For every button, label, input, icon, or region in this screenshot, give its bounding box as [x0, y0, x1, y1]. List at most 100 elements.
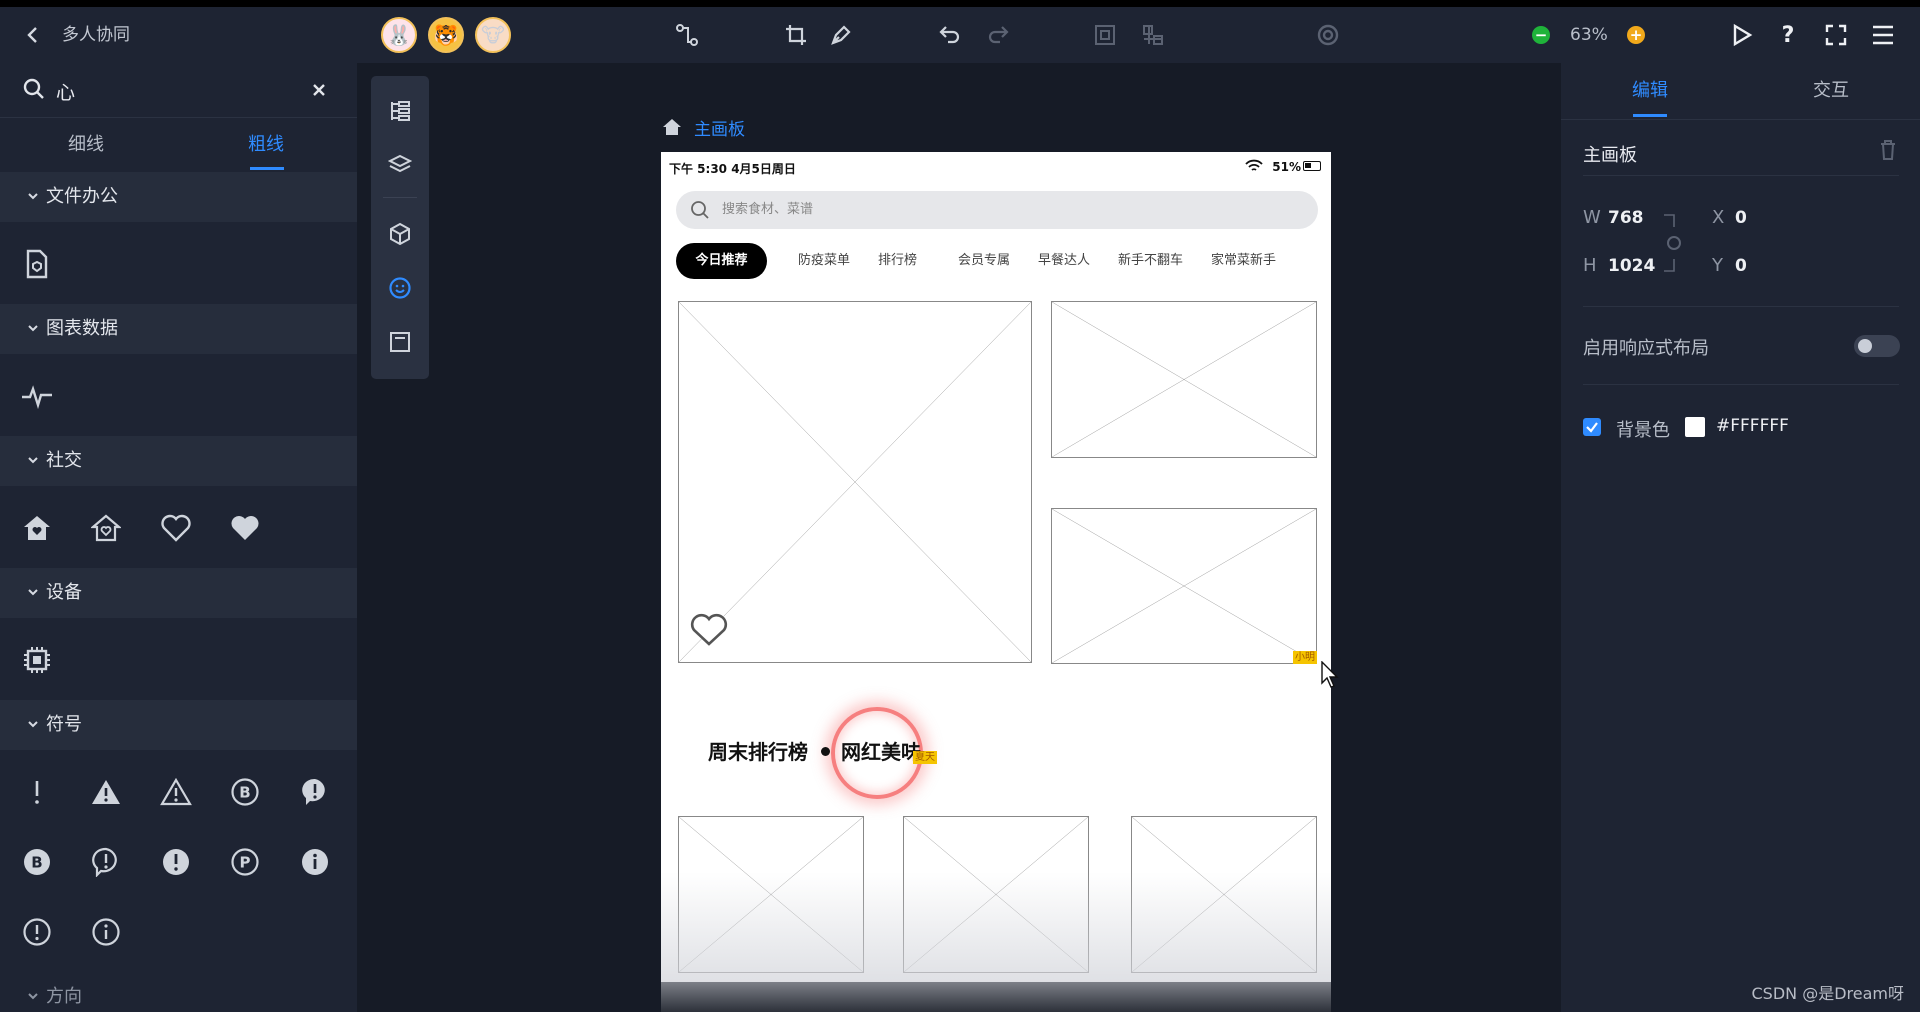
responsive-layout-toggle[interactable] [1854, 335, 1900, 357]
category-header-direction[interactable]: 方向 [0, 972, 357, 1012]
back-button[interactable] [18, 7, 48, 63]
exclamation-icon[interactable] [15, 770, 59, 814]
tab-bold-line[interactable]: 粗线 [248, 118, 284, 172]
icon-search-input[interactable] [56, 77, 286, 105]
y-value[interactable]: 0 [1735, 256, 1747, 276]
background-color-checkbox[interactable] [1583, 418, 1601, 436]
pen-icon [831, 25, 851, 45]
category-header-social[interactable]: 社交 [0, 436, 357, 486]
connector-tool-button[interactable] [672, 7, 702, 63]
category-pill-active[interactable]: 今日推荐 [676, 243, 767, 279]
help-button[interactable]: ? [1773, 7, 1803, 63]
redo-button[interactable] [983, 7, 1013, 63]
wifi-icon [1245, 159, 1263, 171]
p-circle-outline-icon[interactable]: P [223, 840, 267, 884]
fullscreen-button[interactable] [1821, 7, 1851, 63]
zoom-out-button[interactable]: − [1532, 26, 1550, 44]
info-circle-filled-icon[interactable] [293, 840, 337, 884]
ungroup-button[interactable] [1138, 7, 1168, 63]
svg-text:B: B [239, 784, 250, 802]
category-item[interactable]: 新手不翻车 [1118, 243, 1183, 279]
warning-outline-icon[interactable] [154, 770, 198, 814]
group-icon [1095, 25, 1115, 45]
category-header-symbol[interactable]: 符号 [0, 700, 357, 750]
category-label: 文件办公 [46, 186, 118, 207]
b-circle-outline-icon[interactable]: B [223, 770, 267, 814]
category-item[interactable]: 排行榜 [878, 243, 917, 279]
icon-library-panel: 细线 粗线 文件办公 图表数据 社交 设备 [0, 63, 357, 1012]
background-color-swatch[interactable] [1685, 417, 1705, 437]
preview-button[interactable] [1727, 7, 1757, 63]
alert-circle-outline-icon[interactable] [15, 910, 59, 954]
tab-thin-line[interactable]: 细线 [68, 118, 104, 172]
category-item[interactable]: 家常菜新手 [1211, 243, 1276, 279]
battery-icon [1303, 161, 1321, 171]
image-placeholder-large[interactable] [678, 301, 1032, 663]
master-button[interactable] [371, 320, 429, 364]
zoom-level: 63% [1570, 25, 1608, 45]
watermark: CSDN @是Dream呀 [1751, 984, 1905, 1003]
category-header-file-office[interactable]: 文件办公 [0, 172, 357, 222]
svg-text:P: P [240, 854, 251, 872]
search-icon [23, 78, 44, 99]
category-item[interactable]: 防疫菜单 [798, 243, 850, 279]
section-divider [1583, 384, 1899, 385]
heartbeat-icon[interactable] [15, 374, 59, 418]
tab-interaction[interactable]: 交互 [1813, 63, 1849, 119]
width-value[interactable]: 768 [1608, 208, 1644, 228]
artboard[interactable]: 下午 5:30 4月5日周日 51% 搜索食材、菜谱 今日推荐 防疫菜单 排行榜… [661, 152, 1331, 1012]
alert-circle-filled-icon[interactable] [154, 840, 198, 884]
home-heart-filled-icon[interactable] [15, 506, 59, 550]
heart-outline-icon [690, 613, 728, 646]
info-circle-outline-icon[interactable] [84, 910, 128, 954]
page-tree-button[interactable] [371, 89, 429, 133]
clear-search-icon[interactable] [312, 83, 326, 97]
menu-button[interactable] [1868, 7, 1898, 63]
collaborator-avatar[interactable]: 🐰 [381, 17, 417, 53]
layers-button[interactable] [371, 143, 429, 187]
settings-button[interactable] [1313, 7, 1343, 63]
layers-icon [388, 154, 412, 173]
tab-edit[interactable]: 编辑 [1632, 63, 1668, 119]
image-placeholder[interactable] [1051, 301, 1317, 458]
breadcrumb[interactable]: 主画板 [662, 114, 745, 140]
collaborator-avatar[interactable]: 🐮 [475, 17, 511, 53]
redo-icon [988, 26, 1009, 44]
components-button[interactable] [371, 212, 429, 256]
chip-icon[interactable] [15, 638, 59, 682]
zoom-in-button[interactable]: + [1627, 26, 1645, 44]
group-button[interactable] [1090, 7, 1120, 63]
background-color-value[interactable]: #FFFFFF [1716, 416, 1789, 436]
home-heart-outline-icon[interactable] [84, 506, 128, 550]
x-value[interactable]: 0 [1735, 208, 1747, 228]
alert-bubble-outline-icon[interactable] [84, 840, 128, 884]
phone-search-bar[interactable]: 搜索食材、菜谱 [676, 191, 1318, 229]
image-placeholder[interactable] [1051, 508, 1317, 664]
heart-outline-icon[interactable] [154, 506, 198, 550]
warning-filled-icon[interactable] [84, 770, 128, 814]
category-header-device[interactable]: 设备 [0, 568, 357, 618]
artboard-name: 主画板 [1583, 145, 1637, 166]
category-label: 方向 [46, 986, 82, 1007]
file-shield-icon[interactable] [15, 242, 59, 286]
link-proportions-icon[interactable] [1662, 213, 1682, 273]
svg-text:B: B [31, 854, 42, 872]
height-value[interactable]: 1024 [1608, 256, 1655, 276]
crop-tool-button[interactable] [781, 7, 811, 63]
pen-tool-button[interactable] [826, 7, 856, 63]
trash-icon[interactable] [1879, 139, 1897, 161]
alert-bubble-filled-icon[interactable] [293, 770, 337, 814]
mouse-cursor-icon [1321, 661, 1339, 688]
collaborator-avatar[interactable]: 🐯 [428, 17, 464, 53]
category-item[interactable]: 早餐达人 [1038, 243, 1090, 279]
undo-button[interactable] [935, 7, 965, 63]
phone-search-placeholder: 搜索食材、菜谱 [722, 202, 814, 217]
chevron-down-icon [28, 993, 38, 1000]
undo-icon [939, 26, 960, 44]
category-item[interactable]: 会员专属 [958, 243, 1010, 279]
icon-library-button[interactable] [371, 266, 429, 310]
category-label: 设备 [46, 582, 82, 603]
heart-filled-icon[interactable] [223, 506, 267, 550]
b-circle-filled-icon[interactable]: B [15, 840, 59, 884]
category-header-chart-data[interactable]: 图表数据 [0, 304, 357, 354]
